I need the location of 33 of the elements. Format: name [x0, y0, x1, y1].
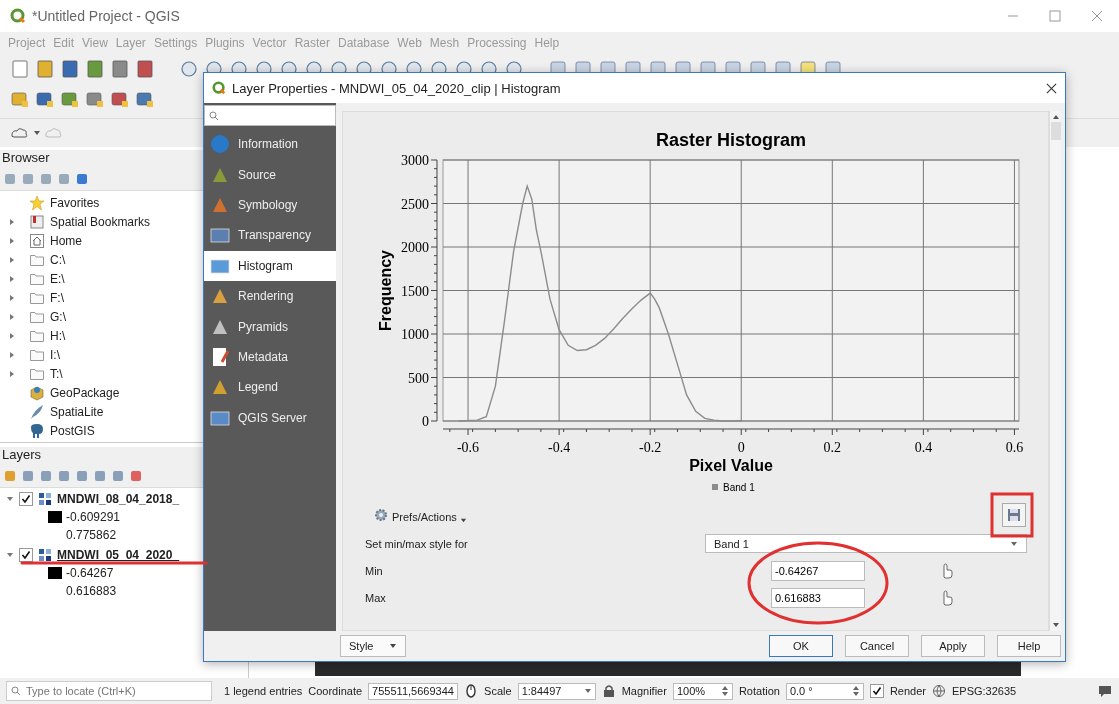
y-tick-label: 1500: [401, 283, 429, 299]
y-tick-label: 2000: [401, 240, 429, 255]
x-tick-label: -0.2: [639, 440, 662, 455]
status-message: 1 legend entries: [224, 685, 303, 697]
x-tick-label: -0.4: [548, 440, 571, 455]
x-tick-label: 0: [737, 440, 745, 455]
legend-value: -0.64267: [66, 566, 114, 580]
field-label: Max: [365, 591, 387, 604]
y-tick-label: 3000: [401, 153, 429, 168]
window-title: *Untitled Project - QGIS: [32, 8, 180, 24]
x-axis-title: Pixel Value: [689, 457, 773, 474]
x-tick-label: 0.4: [914, 440, 933, 455]
x-tick-label: 0.2: [823, 440, 842, 455]
scale-label: Scale: [484, 685, 512, 697]
legend-value: -0.609291: [66, 510, 121, 524]
y-axis-title: Frequency: [377, 250, 394, 331]
field-label: Set min/max style for: [365, 537, 469, 550]
y-tick-label: 2500: [401, 196, 429, 212]
dialog-title: Layer Properties - MNDWI_05_04_2020_clip | Histogram: [232, 80, 561, 96]
coordinate-label: Coordinate: [308, 685, 363, 697]
y-tick-label: 500: [408, 370, 429, 386]
rotation-label: Rotation: [738, 685, 780, 697]
x-tick-label: 0.6: [1005, 440, 1024, 455]
magnifier-label: Magnifier: [621, 685, 667, 697]
legend-value: 0.775862: [66, 528, 117, 542]
field-label: Min: [365, 564, 384, 577]
y-tick-label: 0: [422, 414, 429, 429]
chart-title: Raster Histogram: [656, 130, 806, 150]
legend-label: Band 1: [723, 482, 755, 493]
render-label: Render: [889, 685, 926, 697]
y-tick-label: 1000: [401, 327, 429, 342]
x-tick-label: -0.6: [456, 440, 480, 455]
legend-value: 0.616883: [66, 584, 117, 598]
